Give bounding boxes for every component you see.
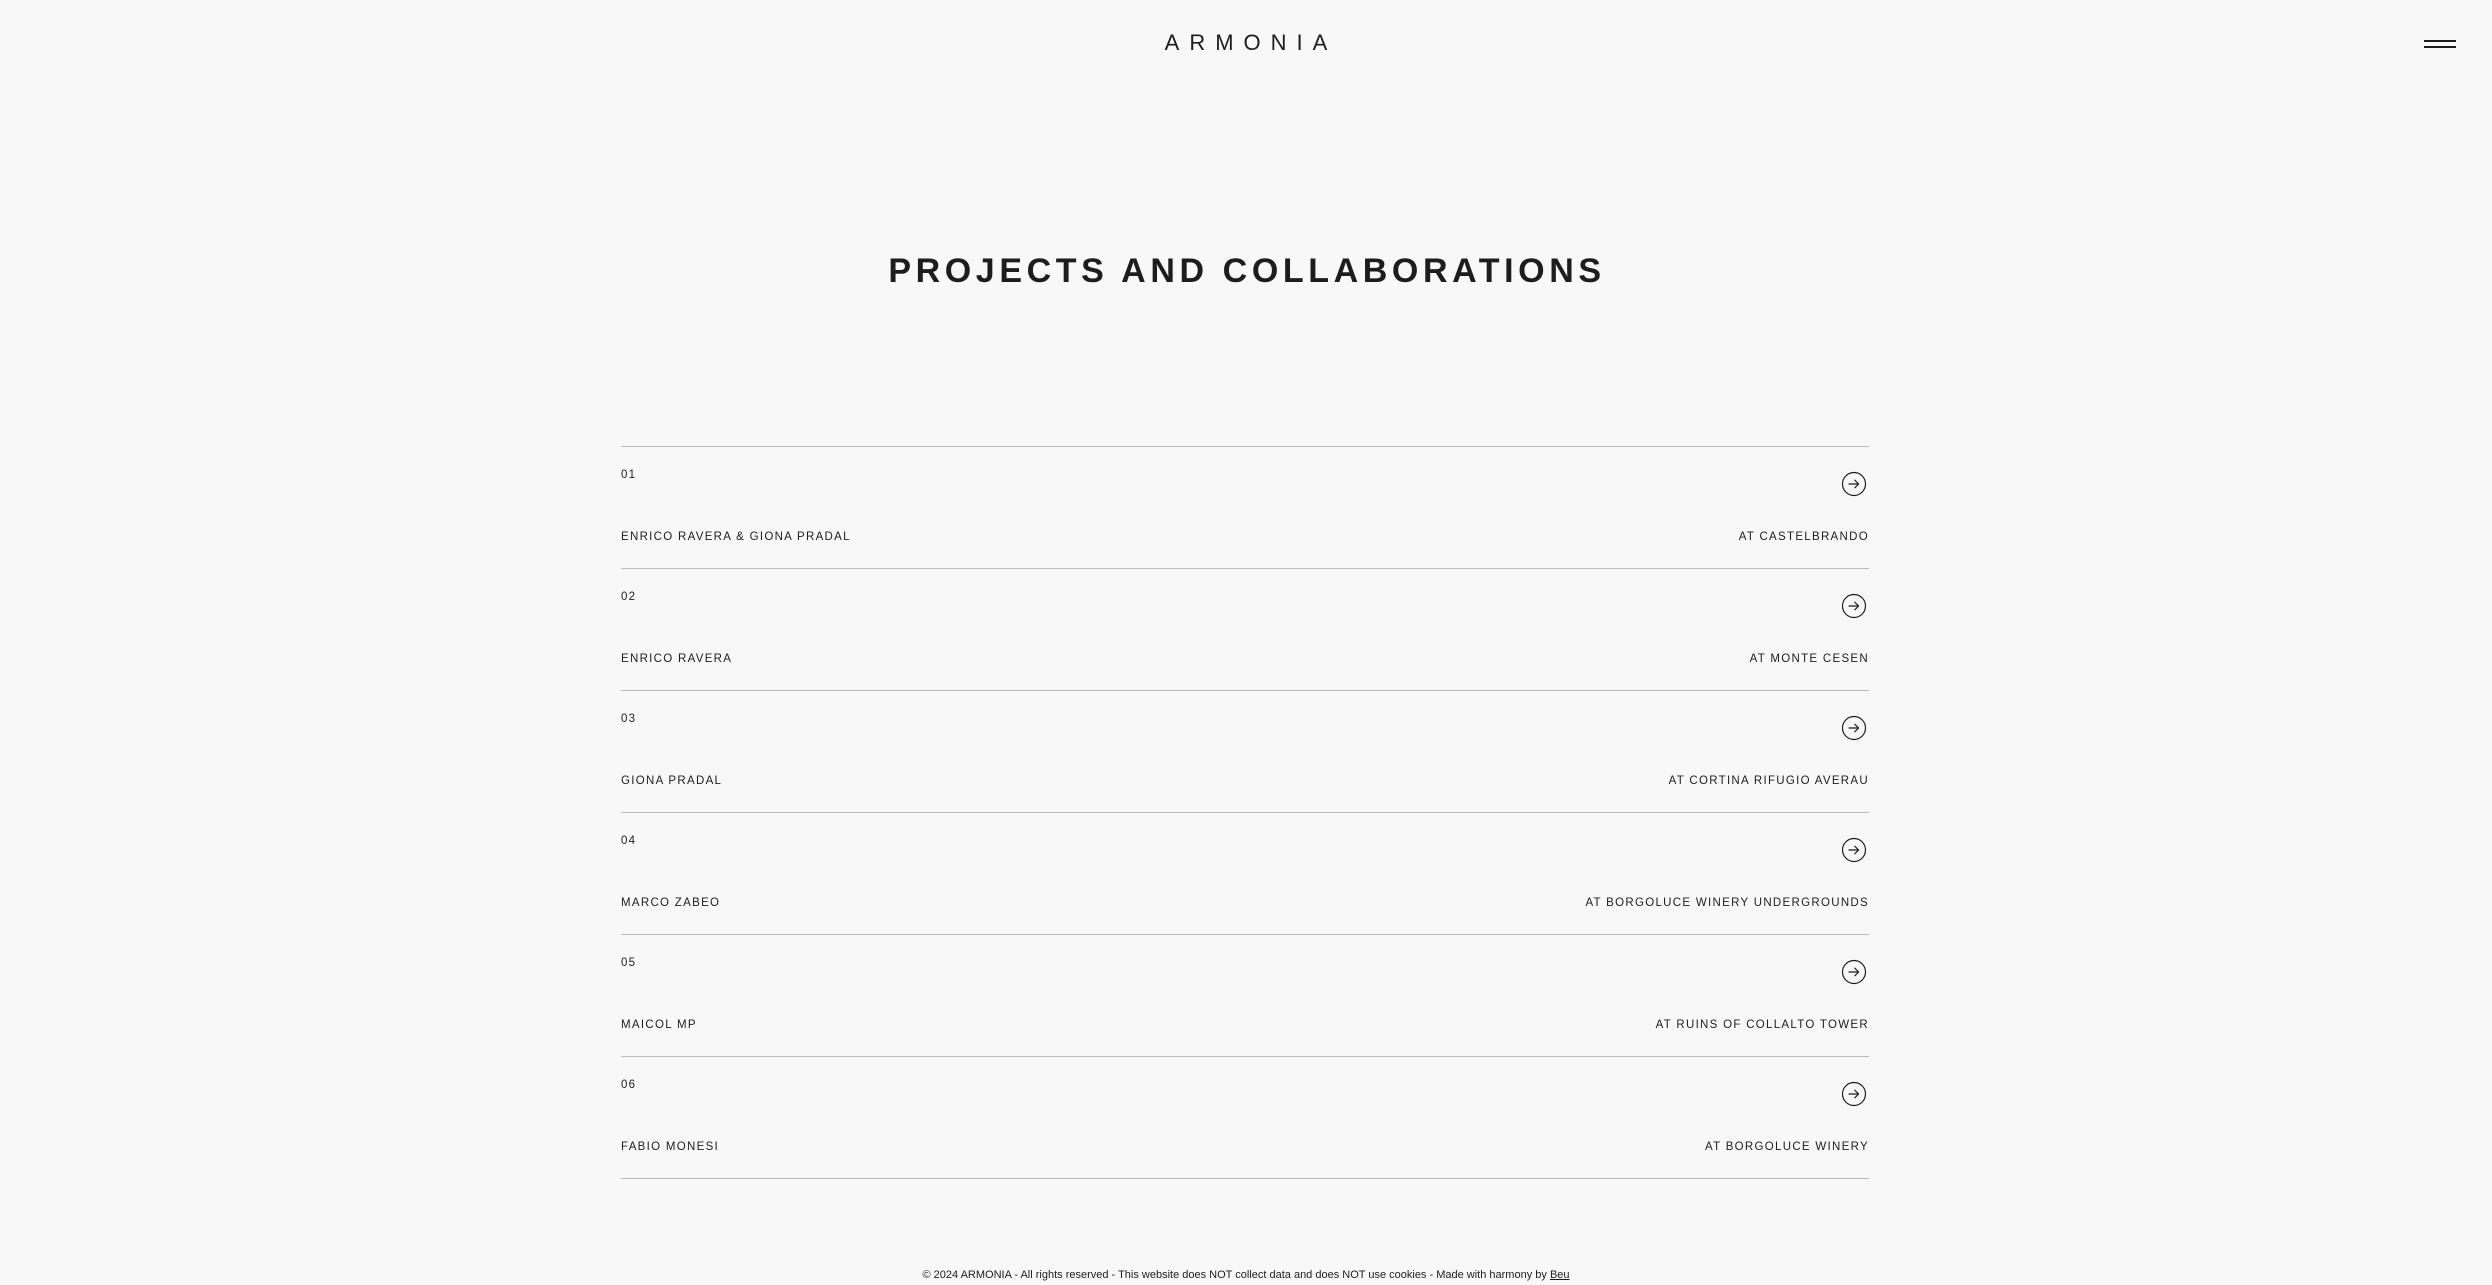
project-artist: GIONA PRADAL [621,775,723,787]
project-row[interactable]: 05 MAICOL MP AT RUINS OF COLLALTO TOWER [621,935,1869,1057]
site-footer: © 2024 ARMONIA - All rights reserved - T… [0,1269,2492,1281]
project-artist: FABIO MONESI [621,1141,720,1153]
project-number: 02 [621,591,637,603]
project-number: 05 [621,957,637,969]
project-venue: AT CORTINA RIFUGIO AVERAU [1668,775,1869,787]
menu-line [2424,46,2456,48]
project-row[interactable]: 06 FABIO MONESI AT BORGOLUCE WINERY [621,1057,1869,1179]
project-venue: AT CASTELBRANDO [1738,531,1869,543]
project-artist: ENRICO RAVERA & GIONA PRADAL [621,531,851,543]
project-row[interactable]: 02 ENRICO RAVERA AT MONTE CESEN [621,569,1869,691]
project-artist: MARCO ZABEO [621,897,721,909]
project-venue: AT BORGOLUCE WINERY UNDERGROUNDS [1585,897,1869,909]
arrow-right-circle-icon[interactable] [1841,1081,1867,1107]
arrow-right-circle-icon[interactable] [1841,959,1867,985]
hamburger-menu-icon[interactable] [2424,36,2456,52]
project-number: 01 [621,469,637,481]
project-venue: AT BORGOLUCE WINERY [1704,1141,1869,1153]
site-header: ARMONIA [0,0,2492,88]
menu-line [2424,40,2456,42]
footer-text: © 2024 ARMONIA - All rights reserved - T… [922,1269,1550,1281]
project-number: 06 [621,1079,637,1091]
project-number: 04 [621,835,637,847]
project-venue: AT RUINS OF COLLALTO TOWER [1655,1019,1869,1031]
project-row[interactable]: 04 MARCO ZABEO AT BORGOLUCE WINERY UNDER… [621,813,1869,935]
arrow-right-circle-icon[interactable] [1841,715,1867,741]
page-title: PROJECTS AND COLLABORATIONS [888,252,1606,290]
project-row[interactable]: 03 GIONA PRADAL AT CORTINA RIFUGIO AVERA… [621,691,1869,813]
project-artist: ENRICO RAVERA [621,653,733,665]
arrow-right-circle-icon[interactable] [1841,837,1867,863]
footer-credit-link[interactable]: Beu [1550,1269,1570,1281]
site-logo[interactable]: ARMONIA [0,30,2492,56]
arrow-right-circle-icon[interactable] [1841,593,1867,619]
project-row[interactable]: 01 ENRICO RAVERA & GIONA PRADAL AT CASTE… [621,447,1869,569]
project-venue: AT MONTE CESEN [1749,653,1869,665]
projects-list: 01 ENRICO RAVERA & GIONA PRADAL AT CASTE… [621,446,1869,1179]
project-artist: MAICOL MP [621,1019,697,1031]
arrow-right-circle-icon[interactable] [1841,471,1867,497]
project-number: 03 [621,713,637,725]
